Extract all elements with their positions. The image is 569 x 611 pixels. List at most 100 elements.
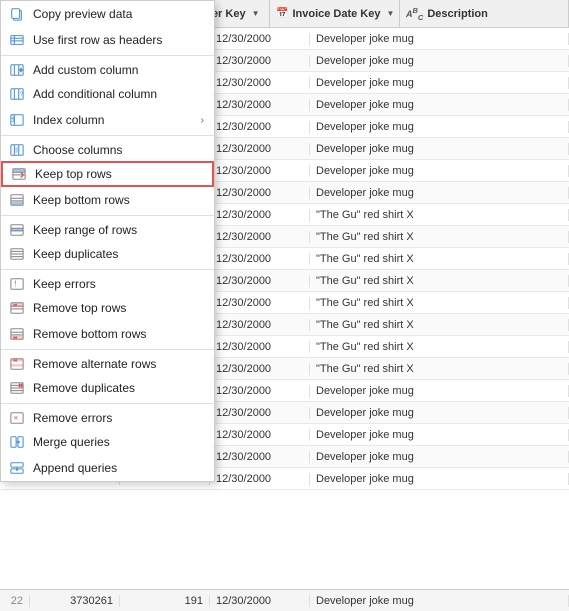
menu-label-choose-cols: Choose columns	[33, 143, 204, 157]
menu-icon-remove-top	[9, 300, 25, 316]
cell-date: 12/30/2000	[210, 33, 310, 45]
cell-desc: Developer joke mug	[310, 385, 569, 397]
cell-desc: "The Gu" red shirt X	[310, 231, 569, 243]
cell-date: 12/30/2000	[210, 231, 310, 243]
menu-item-remove-top-rows[interactable]: Remove top rows	[1, 295, 214, 321]
type-icon-desc: ABC	[406, 6, 423, 22]
menu-item-keep-range-rows[interactable]: Keep range of rows	[1, 215, 214, 241]
cell-desc: "The Gu" red shirt X	[310, 253, 569, 265]
svg-text:?: ?	[20, 91, 24, 98]
menu-item-choose-cols[interactable]: Choose columns	[1, 135, 214, 161]
cell-date: 12/30/2000	[210, 341, 310, 353]
cell-date: 12/30/2000	[210, 473, 310, 485]
svg-text:2: 2	[11, 114, 15, 121]
cell-date: 12/30/2000	[210, 429, 310, 441]
menu-item-copy-preview[interactable]: Copy preview data	[1, 1, 214, 27]
cell-date: 12/30/2000	[210, 407, 310, 419]
bottom-cell-date: 12/30/2000	[210, 595, 310, 607]
cell-date: 12/30/2000	[210, 297, 310, 309]
menu-label-remove-duplicates: Remove duplicates	[33, 381, 204, 395]
menu-label-keep-range-rows: Keep range of rows	[33, 223, 204, 237]
menu-icon-append	[9, 460, 25, 476]
menu-item-remove-errors[interactable]: × Remove errors	[1, 403, 214, 429]
menu-item-keep-duplicates[interactable]: Keep duplicates	[1, 241, 214, 267]
cell-desc: "The Gu" red shirt X	[310, 275, 569, 287]
menu-label-copy-preview: Copy preview data	[33, 7, 204, 21]
cell-desc: Developer joke mug	[310, 451, 569, 463]
cell-date: 12/30/2000	[210, 165, 310, 177]
menu-label-keep-top-rows: Keep top rows	[35, 167, 202, 181]
cell-date: 12/30/2000	[210, 77, 310, 89]
calendar-icon: 📅	[276, 8, 288, 19]
col-header-description[interactable]: ABC Description	[400, 0, 569, 27]
cell-desc: "The Gu" red shirt X	[310, 209, 569, 221]
menu-label-use-first-row: Use first row as headers	[33, 33, 204, 47]
col-label-invoice: Invoice Date Key	[292, 8, 380, 20]
svg-text:×: ×	[14, 413, 19, 422]
submenu-arrow: ›	[201, 115, 204, 126]
menu-item-remove-alt-rows[interactable]: Remove alternate rows	[1, 349, 214, 375]
dropdown-icon-customer: ▼	[252, 9, 260, 18]
cell-date: 12/30/2000	[210, 55, 310, 67]
menu-label-append-queries: Append queries	[33, 461, 204, 475]
menu-item-remove-bottom-rows[interactable]: Remove bottom rows	[1, 321, 214, 347]
bottom-cell-desc: Developer joke mug	[310, 595, 569, 607]
menu-icon-keep-range	[9, 222, 25, 238]
col-label-desc: Description	[427, 8, 488, 20]
cell-desc: "The Gu" red shirt X	[310, 363, 569, 375]
menu-item-keep-top-rows[interactable]: Keep top rows	[1, 161, 214, 187]
cell-desc: "The Gu" red shirt X	[310, 341, 569, 353]
menu-icon-index-col: 12	[9, 112, 25, 128]
menu-label-remove-errors: Remove errors	[33, 411, 204, 425]
cell-date: 12/30/2000	[210, 121, 310, 133]
cell-desc: Developer joke mug	[310, 187, 569, 199]
menu-icon-keep-dup	[9, 246, 25, 262]
cell-date: 12/30/2000	[210, 319, 310, 331]
menu-item-merge-queries[interactable]: Merge queries	[1, 429, 214, 455]
cell-date: 12/30/2000	[210, 143, 310, 155]
cell-desc: Developer joke mug	[310, 121, 569, 133]
menu-item-keep-errors[interactable]: ! Keep errors	[1, 269, 214, 295]
menu-label-keep-duplicates: Keep duplicates	[33, 247, 204, 261]
cell-desc: Developer joke mug	[310, 99, 569, 111]
menu-icon-choose-cols	[9, 142, 25, 158]
menu-item-index-col[interactable]: 12 Index column ›	[1, 107, 214, 133]
bottom-cell-sale: 3730261	[30, 595, 120, 607]
menu-label-merge-queries: Merge queries	[33, 435, 204, 449]
cell-date: 12/30/2000	[210, 385, 310, 397]
col-header-invoice-date[interactable]: 📅 Invoice Date Key ▼	[270, 0, 400, 27]
menu-icon-keep-err: !	[9, 276, 25, 292]
cell-desc: Developer joke mug	[310, 407, 569, 419]
menu-icon-conditional-col: ?	[9, 86, 25, 102]
cell-date: 12/30/2000	[210, 187, 310, 199]
bottom-cell-customer: 191	[120, 595, 210, 607]
svg-text:!: !	[14, 279, 16, 288]
cell-desc: Developer joke mug	[310, 473, 569, 485]
cell-date: 12/30/2000	[210, 451, 310, 463]
menu-item-append-queries[interactable]: Append queries	[1, 455, 214, 481]
menu-item-add-conditional-col[interactable]: ? Add conditional column	[1, 81, 214, 107]
menu-item-use-first-row[interactable]: Use first row as headers	[1, 27, 214, 53]
menu-label-index-col: Index column	[33, 113, 193, 127]
cell-desc: "The Gu" red shirt X	[310, 319, 569, 331]
bottom-row-num: 22	[0, 595, 30, 607]
cell-desc: Developer joke mug	[310, 33, 569, 45]
menu-label-remove-alt-rows: Remove alternate rows	[33, 357, 204, 371]
menu-icon-remove-err: ×	[9, 410, 25, 426]
menu-icon-copy	[9, 6, 25, 22]
menu-item-keep-bottom-rows[interactable]: Keep bottom rows	[1, 187, 214, 213]
bottom-row: 22 3730261 191 12/30/2000 Developer joke…	[0, 589, 569, 611]
cell-desc: Developer joke mug	[310, 77, 569, 89]
menu-label-remove-top-rows: Remove top rows	[33, 301, 204, 315]
menu-item-add-custom-col[interactable]: Add custom column	[1, 55, 214, 81]
menu-icon-remove-alt	[9, 356, 25, 372]
menu-label-remove-bottom-rows: Remove bottom rows	[33, 327, 204, 341]
menu-icon-row-headers	[9, 32, 25, 48]
menu-icon-keep-top	[11, 166, 27, 182]
menu-label-add-custom-col: Add custom column	[33, 63, 204, 77]
cell-date: 12/30/2000	[210, 99, 310, 111]
menu-label-keep-bottom-rows: Keep bottom rows	[33, 193, 204, 207]
menu-item-remove-duplicates[interactable]: Remove duplicates	[1, 375, 214, 401]
dropdown-icon-invoice: ▼	[387, 9, 395, 18]
cell-desc: Developer joke mug	[310, 165, 569, 177]
